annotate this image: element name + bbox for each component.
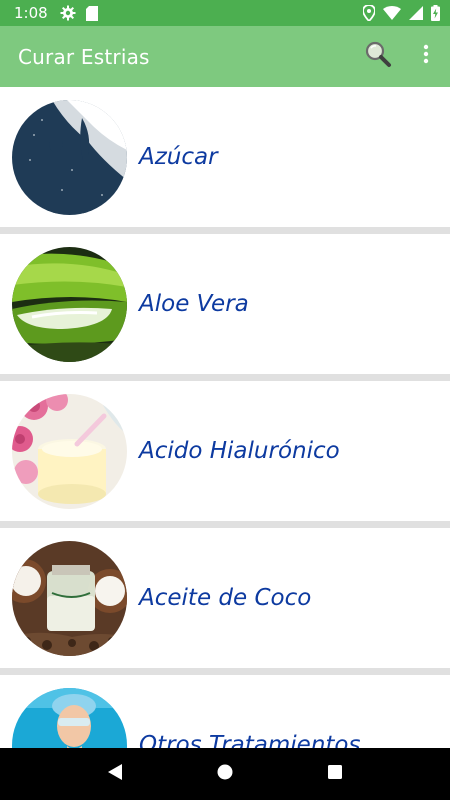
search-button[interactable] bbox=[354, 33, 402, 81]
recents-icon bbox=[327, 764, 343, 785]
search-icon bbox=[364, 40, 392, 73]
divider bbox=[0, 668, 450, 675]
overflow-menu-button[interactable] bbox=[408, 33, 444, 81]
recents-button[interactable] bbox=[310, 752, 360, 796]
list-item-aloe-vera[interactable]: Aloe Vera bbox=[0, 234, 450, 374]
status-right-icons bbox=[363, 5, 440, 21]
app-title: Curar Estrias bbox=[18, 44, 150, 69]
screen: 1:08 Curar Estrias Azúcar Aloe Vera Acid… bbox=[0, 0, 450, 800]
list-item-label: Acido Hialurónico bbox=[139, 438, 340, 464]
list-item-aceite-de-coco[interactable]: Aceite de Coco bbox=[0, 528, 450, 668]
list-item-acido-hialuronico[interactable]: Acido Hialurónico bbox=[0, 381, 450, 521]
home-button[interactable] bbox=[200, 752, 250, 796]
status-time: 1:08 bbox=[14, 4, 48, 22]
list-item-otros-tratamientos[interactable]: Otros Tratamientos bbox=[0, 675, 450, 748]
app-bar: Curar Estrias bbox=[0, 26, 450, 87]
treatment-list: Azúcar Aloe Vera Acido Hialurónico Aceit… bbox=[0, 87, 450, 748]
sugar-fork-knife-image bbox=[12, 100, 127, 215]
back-button[interactable] bbox=[90, 752, 140, 796]
sd-card-icon bbox=[85, 5, 98, 21]
battery-charging-icon bbox=[431, 5, 440, 21]
coconut-oil-image bbox=[12, 541, 127, 656]
back-icon bbox=[106, 763, 124, 786]
status-left-icons bbox=[60, 5, 98, 21]
divider bbox=[0, 521, 450, 528]
divider bbox=[0, 227, 450, 234]
cream-jar-roses-image bbox=[12, 394, 127, 509]
list-item-label: Aceite de Coco bbox=[139, 585, 312, 611]
doctor-portrait-image bbox=[12, 688, 127, 748]
list-item-label: Azúcar bbox=[139, 144, 218, 170]
home-icon bbox=[216, 763, 234, 786]
location-icon bbox=[363, 5, 375, 21]
gear-icon bbox=[60, 5, 76, 21]
navigation-bar bbox=[0, 748, 450, 800]
app-actions bbox=[354, 33, 450, 81]
list-item-azucar[interactable]: Azúcar bbox=[0, 87, 450, 227]
signal-icon bbox=[409, 6, 423, 20]
wifi-icon bbox=[383, 6, 401, 20]
status-bar: 1:08 bbox=[0, 0, 450, 26]
list-item-label: Otros Tratamientos bbox=[139, 732, 361, 748]
aloe-vera-image bbox=[12, 247, 127, 362]
divider bbox=[0, 374, 450, 381]
list-item-label: Aloe Vera bbox=[139, 291, 249, 317]
more-vert-icon bbox=[423, 44, 429, 69]
